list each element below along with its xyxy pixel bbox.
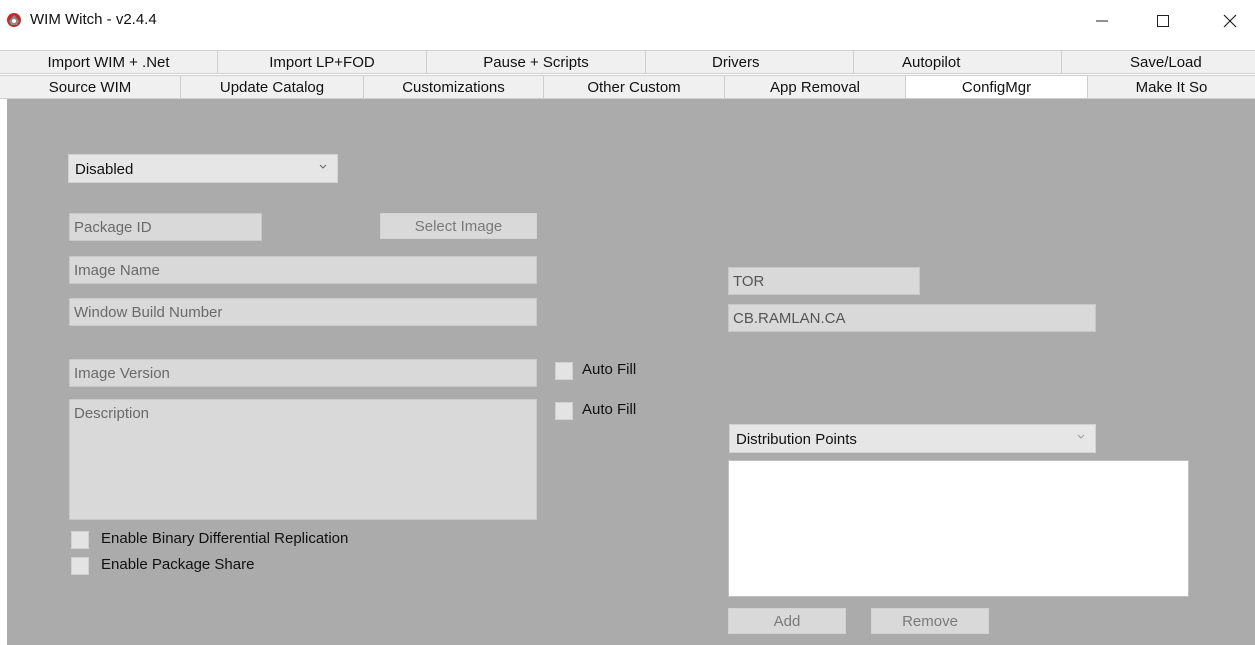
minimize-button[interactable] [1079,6,1125,36]
tab-make-it-so[interactable]: Make It So [1088,76,1255,98]
tab-source-wim[interactable]: Source WIM [0,76,181,98]
chevron-down-icon [1077,434,1085,439]
description-field[interactable]: Description [69,399,537,520]
mode-select-value: Disabled [75,161,134,178]
tab-update-catalog[interactable]: Update Catalog [181,76,364,98]
window-title: WIM Witch - v2.4.4 [30,11,157,28]
close-button[interactable] [1207,6,1253,36]
configmgr-panel: Disabled Package ID Select Image Image N… [7,99,1255,645]
package-share-label: Enable Package Share [101,556,255,573]
tab-drivers[interactable]: Drivers [646,51,854,73]
site-code-field[interactable]: TOR [728,267,920,295]
package-id-field[interactable]: Package ID [69,213,262,241]
tab-import-wim-net[interactable]: Import WIM + .Net [0,51,218,73]
close-icon [1223,14,1237,28]
tab-strip-row-2: Source WIM Update Catalog Customizations… [0,75,1255,99]
image-version-field[interactable]: Image Version [69,359,537,387]
image-name-field[interactable]: Image Name [69,256,537,284]
image-version-auto-fill-checkbox[interactable] [555,362,573,380]
tab-import-lp-fod[interactable]: Import LP+FOD [218,51,427,73]
select-image-button[interactable]: Select Image [380,213,537,239]
distribution-points-list[interactable] [728,460,1189,597]
site-server-field[interactable]: CB.RAMLAN.CA [728,304,1096,332]
build-number-field[interactable]: Window Build Number [69,298,537,326]
tab-other-custom[interactable]: Other Custom [544,76,725,98]
description-auto-fill-label: Auto Fill [582,401,637,418]
remove-button[interactable]: Remove [871,608,989,634]
chevron-down-icon [319,164,327,169]
binary-diff-checkbox[interactable] [71,531,89,549]
maximize-button[interactable] [1140,6,1186,36]
add-button[interactable]: Add [728,608,846,634]
maximize-icon [1157,15,1169,27]
distribution-points-select[interactable]: Distribution Points [729,424,1096,453]
tab-strip-row-1: Import WIM + .Net Import LP+FOD Pause + … [0,50,1255,74]
tab-app-removal[interactable]: App Removal [725,76,906,98]
title-bar: WIM Witch - v2.4.4 [0,0,1255,43]
distribution-points-select-value: Distribution Points [736,431,857,448]
mode-select[interactable]: Disabled [68,154,338,183]
binary-diff-label: Enable Binary Differential Replication [101,530,349,547]
tab-save-load[interactable]: Save/Load [1062,51,1255,73]
witch-logo-icon [7,13,21,27]
tab-autopilot[interactable]: Autopilot [854,51,1062,73]
description-auto-fill-checkbox[interactable] [555,402,573,420]
package-share-checkbox[interactable] [71,557,89,575]
tab-pause-scripts[interactable]: Pause + Scripts [427,51,646,73]
tab-customizations[interactable]: Customizations [364,76,544,98]
minimize-icon [1096,20,1108,22]
tab-configmgr[interactable]: ConfigMgr [906,76,1088,98]
image-version-auto-fill-label: Auto Fill [582,361,637,378]
